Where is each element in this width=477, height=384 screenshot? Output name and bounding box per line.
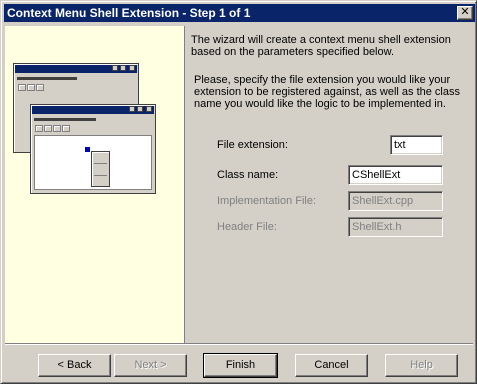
context-menu-illustration (91, 151, 110, 187)
help-button: Help (385, 354, 458, 377)
button-separator (5, 343, 473, 345)
class-name-input[interactable]: CShellExt (348, 165, 443, 185)
implementation-file-label: Implementation File: (217, 195, 317, 207)
class-name-label: Class name: (217, 169, 279, 181)
header-file-input: ShellExt.h (348, 217, 443, 237)
header-file-label: Header File: (217, 221, 277, 233)
next-button: Next > (114, 354, 187, 377)
wizard-dialog: Context Menu Shell Extension - Step 1 of… (0, 0, 477, 384)
cursor-icon (85, 147, 90, 152)
cancel-button[interactable]: Cancel (295, 354, 368, 377)
intro-text: The wizard will create a context menu sh… (191, 34, 451, 58)
implementation-file-input: ShellExt.cpp (348, 191, 443, 211)
window-title: Context Menu Shell Extension - Step 1 of… (7, 6, 251, 20)
close-button[interactable]: ✕ (457, 6, 473, 20)
file-extension-input[interactable]: txt (390, 135, 443, 155)
illustration-panel (5, 26, 185, 343)
file-extension-label: File extension: (217, 139, 288, 151)
instructions-text: Please, specify the file extension you w… (194, 74, 460, 110)
close-icon: ✕ (460, 6, 470, 18)
back-button[interactable]: < Back (38, 354, 111, 377)
title-bar[interactable]: Context Menu Shell Extension - Step 1 of… (4, 4, 475, 22)
finish-button[interactable]: Finish (203, 353, 278, 378)
